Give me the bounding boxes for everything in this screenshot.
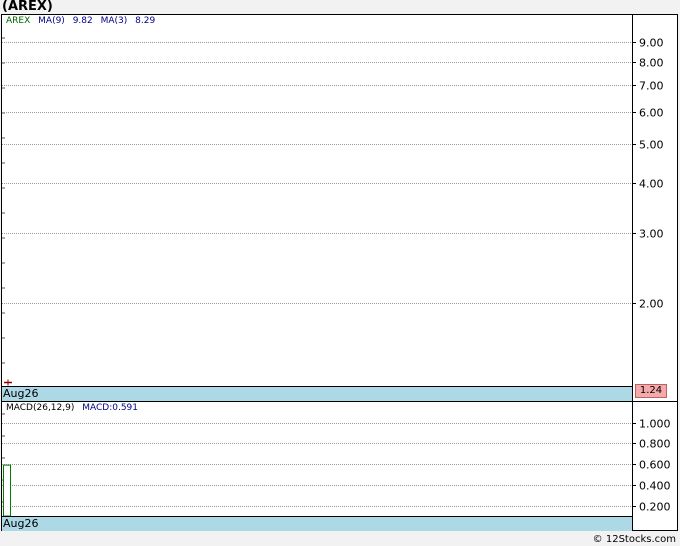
last-price-badge: 1.24: [635, 384, 667, 398]
macd-panel: MACD(26,12,9) MACD:0.591 1.000 0.800 0.600…: [1, 401, 678, 531]
macd-date-strip: Aug26: [2, 516, 632, 531]
macd-tick-label: 1.000: [639, 418, 671, 431]
macd-tick-label: 0.200: [639, 501, 671, 514]
price-tick-label: 7.00: [639, 80, 664, 93]
price-tick-label: 8.00: [639, 57, 664, 70]
macd-bar: [3, 464, 11, 517]
price-tick-label: 3.00: [639, 228, 664, 241]
price-tick-label: 5.00: [639, 139, 664, 152]
chart-title: (AREX): [2, 0, 53, 14]
footer-credit: © 12Stocks.com: [592, 534, 676, 545]
macd-tick-label: 0.800: [639, 438, 671, 451]
price-plot: 9.00 8.00 7.00 6.00 5.00 4.00 3.00 2.00: [2, 15, 664, 401]
price-panel: AREX MA(9) 9.82 MA(3) 8.29 9.00 8.00 7.00 6…: [1, 14, 678, 402]
price-tick-label: 4.00: [639, 178, 664, 191]
price-tick-label: 2.00: [639, 298, 664, 311]
macd-plot: 1.000 0.800 0.600 0.400 0.200: [2, 402, 671, 530]
macd-tick-label: 0.600: [639, 459, 671, 472]
price-tick-label: 9.00: [639, 37, 664, 50]
macd-tick-label: 0.400: [639, 480, 671, 493]
price-tick-label: 6.00: [639, 107, 664, 120]
price-date-strip: Aug26: [2, 386, 632, 401]
